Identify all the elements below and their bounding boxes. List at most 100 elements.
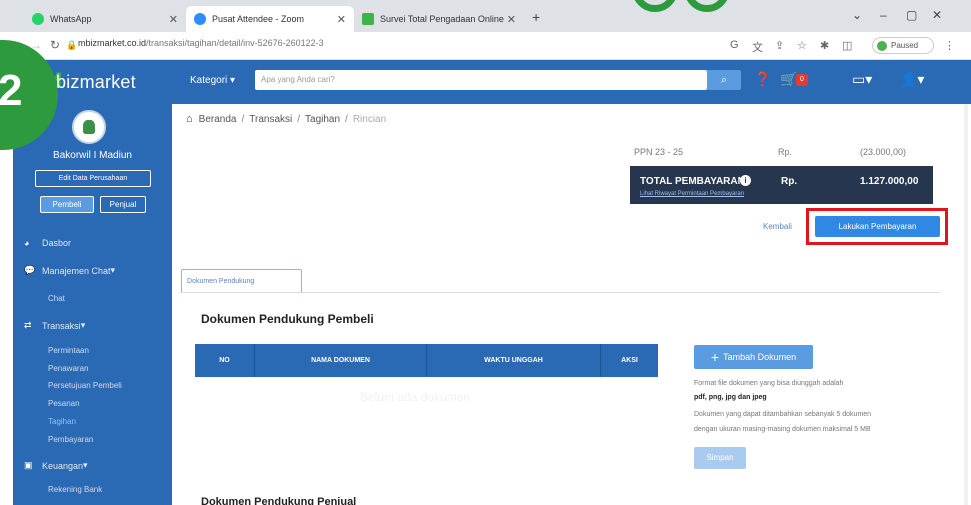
breadcrumb-separator: / <box>345 113 348 125</box>
total-currency: Rp. <box>781 176 798 187</box>
breadcrumb-item[interactable]: Beranda <box>199 114 237 125</box>
plus-icon: + <box>710 349 720 365</box>
url-host: mbizmarket.co.id <box>78 38 147 48</box>
store-name: Bakorwil I Madiun <box>53 150 132 161</box>
profile-status: Paused <box>891 41 919 50</box>
chevron-down-icon: ▾ <box>110 265 116 275</box>
url-field[interactable]: mbizmarket.co.id/transaksi/tagihan/detai… <box>78 38 324 48</box>
section-title: Dokumen Pendukung Pembeli <box>201 312 374 326</box>
user-icon[interactable]: 👤▾ <box>900 71 924 88</box>
wallet-icon: ▣ <box>24 460 33 470</box>
upload-note: Dokumen yang dapat ditambahkan sebanyak … <box>694 411 872 418</box>
table-header-name: NAMA DOKUMEN <box>255 344 427 377</box>
tab-label: WhatsApp <box>50 14 92 24</box>
sidebar-item-bank-account[interactable]: Rekening Bank <box>48 485 102 494</box>
new-tab-icon[interactable]: + <box>532 9 540 25</box>
sidebar-item-label: Manajemen Chat <box>42 265 111 276</box>
chevron-down-icon: ▾ <box>230 75 236 86</box>
ppn-currency: Rp. <box>778 147 793 157</box>
google-icon[interactable]: G <box>730 39 739 51</box>
payment-history-link[interactable]: Lihat Riwayat Permintaan Pembayaran <box>640 191 744 197</box>
browser-tab-whatsapp[interactable]: WhatsApp ✕ <box>24 6 186 32</box>
window-close-icon[interactable]: ✕ <box>932 8 942 22</box>
total-label: TOTAL PEMBAYARAN <box>640 176 745 187</box>
share-icon[interactable]: ⇪ <box>775 39 784 52</box>
translate-icon[interactable]: 文 <box>752 39 763 55</box>
seller-documents-title: Dokumen Pendukung Penjual <box>201 496 357 505</box>
save-button[interactable]: Simpan <box>694 447 746 469</box>
search-icon: ⌕ <box>720 74 728 86</box>
zoom-icon <box>194 13 206 25</box>
sidebar-item-requests[interactable]: Permintaan <box>48 346 89 355</box>
close-icon[interactable]: ✕ <box>337 13 346 26</box>
info-icon[interactable]: i <box>740 175 751 186</box>
add-document-button[interactable]: + Tambah Dokumen <box>694 345 813 369</box>
cart-icon[interactable]: 🛒 <box>780 71 797 88</box>
home-icon[interactable]: ⌂ <box>186 113 193 125</box>
maximize-icon[interactable]: ▢ <box>906 8 917 22</box>
sidepanel-icon[interactable]: ◫ <box>842 39 852 52</box>
sidebar-item-dashboard[interactable]: ◕ Dasbor <box>24 238 71 248</box>
sidebar-item-buyer-approval[interactable]: Persetujuan Pembeli <box>48 381 122 390</box>
make-payment-button[interactable]: Lakukan Pembayaran <box>815 216 940 237</box>
add-document-label: Tambah Dokumen <box>723 352 797 362</box>
search-placeholder: Apa yang Anda cari? <box>261 75 335 84</box>
sidebar-item-offers[interactable]: Penawaran <box>48 364 88 373</box>
scrollbar[interactable] <box>964 104 968 505</box>
breadcrumb-item[interactable]: Transaksi <box>249 114 292 125</box>
transaction-icon: ⇄ <box>24 320 32 330</box>
logo[interactable]: bizmarket <box>56 72 136 93</box>
upload-note: dengan ukuran masing-masing dokumen maks… <box>694 426 871 433</box>
sidebar-item-chat[interactable]: Chat <box>48 294 65 303</box>
tab-divider <box>180 292 940 293</box>
whatsapp-icon <box>32 13 44 25</box>
category-label: Kategori <box>190 75 228 86</box>
sidebar <box>13 104 172 505</box>
star-icon[interactable]: ☆ <box>797 39 807 52</box>
store-icon[interactable]: ▭▾ <box>852 71 872 88</box>
close-icon[interactable]: ✕ <box>169 13 178 26</box>
chat-icon: 💬 <box>24 265 36 275</box>
minimize-icon[interactable]: – <box>880 8 887 22</box>
table-header-time: WAKTU UNGGAH <box>427 344 601 377</box>
sidebar-item-label: Transaksi <box>42 320 81 331</box>
chevron-down-icon: ▾ <box>80 320 86 330</box>
close-icon[interactable]: ✕ <box>507 13 516 26</box>
sidebar-item-label: Dasbor <box>42 238 72 248</box>
search-input[interactable]: Apa yang Anda cari? <box>255 70 707 90</box>
help-icon[interactable]: ❓ <box>754 71 771 88</box>
extensions-icon[interactable]: ✱ <box>820 39 829 52</box>
profile-button[interactable]: Paused <box>872 37 934 54</box>
table-header-action: AKSI <box>621 357 638 364</box>
tab-label: Survei Total Pengadaan Online <box>380 14 504 24</box>
reload-icon[interactable]: ↻ <box>50 38 60 52</box>
breadcrumb-separator: / <box>241 113 245 125</box>
sidebar-item-payments[interactable]: Pembayaran <box>48 435 93 444</box>
sidebar-item-invoices[interactable]: Tagihan <box>48 417 76 426</box>
sidebar-item-chat-management[interactable]: 💬 Manajemen Chat ▾ <box>24 265 115 276</box>
sidebar-item-transactions[interactable]: ⇄ Transaksi ▾ <box>24 320 85 331</box>
browser-tab-survey[interactable]: Survei Total Pengadaan Online ✕ <box>354 6 524 32</box>
empty-state-text: Belum ada dokumen <box>360 390 471 404</box>
breadcrumb: ⌂ Beranda / Transaksi / Tagihan / Rincia… <box>186 113 386 125</box>
edit-company-button[interactable]: Edit Data Perusahaan <box>35 170 151 187</box>
avatar <box>72 110 106 144</box>
avatar <box>877 40 887 51</box>
sidebar-item-label: Keuangan <box>42 460 84 471</box>
breadcrumb-separator: / <box>297 113 301 125</box>
category-dropdown[interactable]: Kategori ▾ <box>190 75 235 86</box>
tab-supporting-documents[interactable]: Dokumen Pendukung <box>181 269 302 293</box>
role-seller-button[interactable]: Penjual <box>100 196 146 213</box>
chevron-down-icon[interactable]: ⌄ <box>852 8 862 22</box>
menu-icon[interactable]: ⋮ <box>944 39 955 52</box>
page: WhatsApp ✕ Pusat Attendee - Zoom ✕ Surve… <box>0 0 971 505</box>
sidebar-item-orders[interactable]: Pesanan <box>48 399 80 408</box>
search-button[interactable]: ⌕ <box>707 70 741 90</box>
browser-tab-zoom[interactable]: Pusat Attendee - Zoom ✕ <box>186 6 354 32</box>
breadcrumb-current: Rincian <box>352 113 387 125</box>
sidebar-item-finance[interactable]: ▣ Keuangan ▾ <box>24 460 88 471</box>
breadcrumb-item[interactable]: Tagihan <box>305 114 340 125</box>
survey-icon <box>362 13 374 25</box>
role-buyer-button[interactable]: Pembeli <box>40 196 94 213</box>
back-button[interactable]: Kembali <box>763 222 792 231</box>
